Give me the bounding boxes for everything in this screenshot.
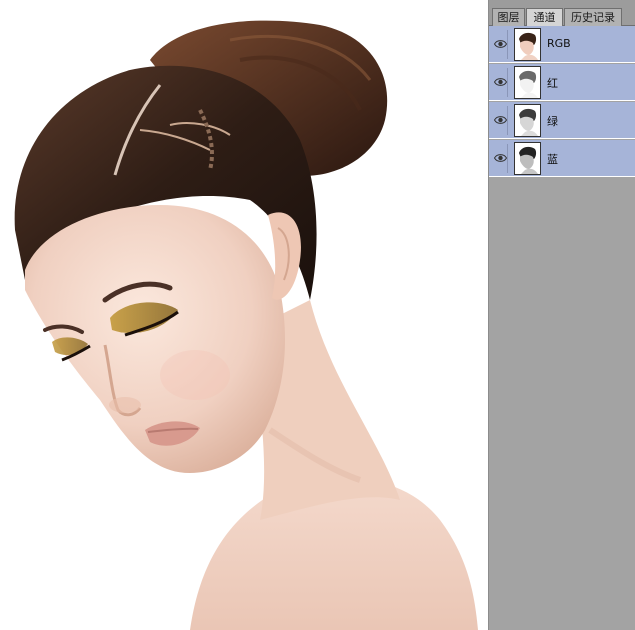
eye-icon[interactable] — [494, 38, 507, 50]
document-canvas[interactable] — [0, 0, 488, 630]
channel-thumbnail-green — [514, 104, 541, 137]
channel-name: 红 — [547, 77, 558, 90]
channel-row-green[interactable]: 绿 — [489, 102, 635, 139]
row-divider — [507, 144, 508, 173]
channel-thumbnail-rgb — [514, 28, 541, 61]
channel-thumbnail-blue — [514, 142, 541, 175]
panel-tab-bar: 图层 通道 历史记录 — [489, 0, 635, 27]
channel-row-blue[interactable]: 蓝 — [489, 140, 635, 177]
row-divider — [507, 68, 508, 97]
eye-icon[interactable] — [494, 76, 507, 88]
channel-name: 绿 — [547, 115, 558, 128]
row-divider — [507, 106, 508, 135]
tab-layers[interactable]: 图层 — [492, 8, 525, 26]
eye-icon[interactable] — [494, 114, 507, 126]
channel-name: RGB — [547, 37, 571, 50]
tab-channels[interactable]: 通道 — [526, 8, 563, 27]
portrait-photo — [14, 20, 478, 630]
channels-panel: 图层 通道 历史记录 RGB 红 绿 蓝 — [488, 0, 635, 630]
channel-row-rgb[interactable]: RGB — [489, 26, 635, 63]
tab-history[interactable]: 历史记录 — [564, 8, 622, 26]
channel-name: 蓝 — [547, 153, 558, 166]
channel-row-red[interactable]: 红 — [489, 64, 635, 101]
eye-icon[interactable] — [494, 152, 507, 164]
channel-thumbnail-red — [514, 66, 541, 99]
row-divider — [507, 30, 508, 59]
